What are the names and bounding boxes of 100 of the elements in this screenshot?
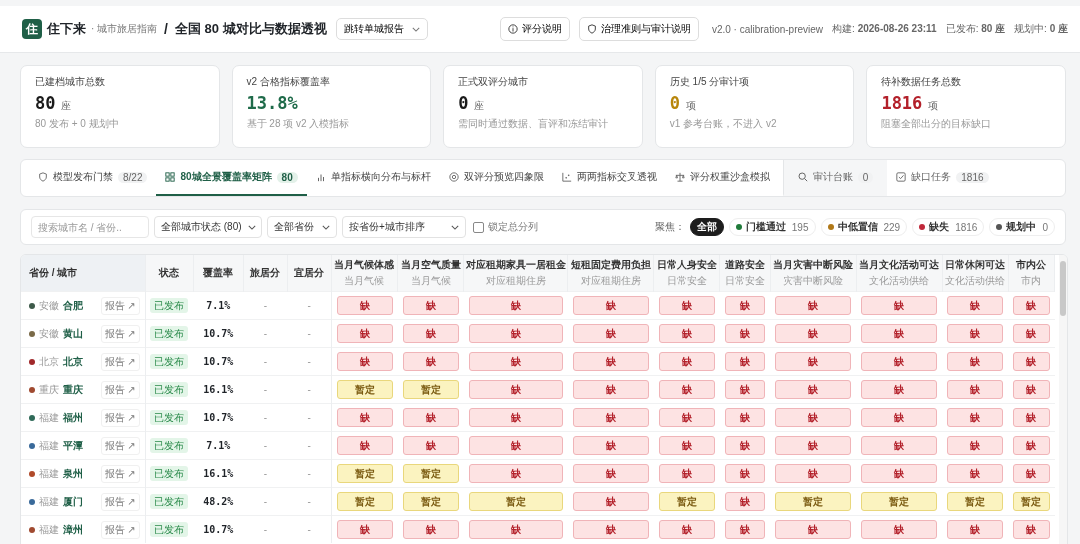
coverage-value: 10.7% <box>203 328 234 339</box>
breadcrumb-separator: / <box>164 21 168 37</box>
filter-select[interactable]: 按省份+城市排序 <box>342 216 466 238</box>
lock-checkbox[interactable]: 锁定总分列 <box>473 220 538 234</box>
coverage-chip: 缺 <box>724 464 766 483</box>
shield-icon <box>38 172 48 182</box>
coverage-value: 7.1% <box>206 300 231 311</box>
coverage-chip: 缺 <box>861 408 938 427</box>
checkbox-icon <box>896 172 907 182</box>
tab[interactable]: 评分权重沙盒模拟 <box>665 160 779 196</box>
report-link[interactable]: 报告 ↗ <box>100 520 140 539</box>
coverage-chip: 缺 <box>861 324 938 343</box>
coverage-value: 10.7% <box>203 524 234 535</box>
filter-select[interactable]: 全部城市状态 (80) <box>154 216 262 238</box>
coverage-chip: 缺 <box>468 408 563 427</box>
coverage-chip: 缺 <box>336 408 393 427</box>
coverage-chip: 缺 <box>402 324 459 343</box>
coverage-chip: 缺 <box>468 380 563 399</box>
stat-value: 13.8% <box>246 93 298 113</box>
caret-icon <box>451 224 459 230</box>
report-link[interactable]: 报告 ↗ <box>100 436 140 455</box>
tab[interactable]: 两两指标交叉透视 <box>552 160 666 196</box>
coverage-chip: 缺 <box>861 520 938 539</box>
score-value: - <box>307 468 311 479</box>
coverage-chip: 缺 <box>947 464 1004 483</box>
coverage-chip: 缺 <box>402 408 459 427</box>
report-link[interactable]: 报告 ↗ <box>100 352 140 371</box>
coverage-chip: 缺 <box>468 464 563 483</box>
city-name: 平潭 <box>63 438 83 453</box>
report-link[interactable]: 报告 ↗ <box>100 408 140 427</box>
coverage-chip: 缺 <box>947 380 1004 399</box>
score-value: - <box>263 384 267 395</box>
coverage-chip: 缺 <box>572 352 649 371</box>
checkbox[interactable] <box>473 221 484 233</box>
header-button[interactable]: 评分说明 <box>499 17 570 41</box>
report-link[interactable]: 报告 ↗ <box>100 492 140 511</box>
coverage-chip: 缺 <box>724 380 766 399</box>
coverage-chip: 缺 <box>775 520 852 539</box>
status-badge: 已发布 <box>150 521 189 537</box>
report-link[interactable]: 报告 ↗ <box>100 296 140 315</box>
coverage-chip: 缺 <box>468 436 563 455</box>
province-name: 安徽 <box>39 298 59 313</box>
column-header: 当月空气质量 <box>399 258 462 272</box>
stat-label: v2 合格指标覆盖率 <box>246 75 331 89</box>
brand-subtitle: · 城市旅居指南 <box>91 22 158 36</box>
coverage-chip: 缺 <box>468 296 563 315</box>
coverage-chip: 缺 <box>947 324 1004 343</box>
tab[interactable]: 双评分预览四象限 <box>439 160 553 196</box>
build-time: 构建: 2026-08-26 23:11 <box>832 22 937 36</box>
coverage-chip: 缺 <box>1013 464 1050 483</box>
focus-chip[interactable]: 中低置信 229 <box>820 218 908 236</box>
tab[interactable]: 80城全景覆盖率矩阵 80 <box>156 160 307 196</box>
caret-icon <box>322 224 330 230</box>
coverage-chip: 暂定 <box>402 464 459 483</box>
info-icon <box>507 24 518 34</box>
report-link[interactable]: 报告 ↗ <box>100 464 140 483</box>
brand-name: 住下来 <box>47 20 86 38</box>
focus-chip[interactable]: 规划中 0 <box>989 218 1055 236</box>
stat-note: 阻塞全部出分的目标缺口 <box>881 117 993 131</box>
jump-select[interactable]: 跳转单城报告 <box>335 18 428 40</box>
coverage-chip: 缺 <box>658 380 715 399</box>
coverage-value: 16.1% <box>203 468 234 479</box>
focus-chip[interactable]: 缺失 1816 <box>912 218 985 236</box>
status-badge: 已发布 <box>150 381 189 397</box>
coverage-chip: 缺 <box>947 408 1004 427</box>
filter-select[interactable]: 全部省份 <box>267 216 337 238</box>
shield-icon <box>586 24 597 34</box>
scrollbar-thumb[interactable] <box>1060 261 1066 316</box>
report-link[interactable]: 报告 ↗ <box>100 380 140 399</box>
stat-label: 正式双评分城市 <box>458 75 530 89</box>
coverage-chip: 缺 <box>468 520 563 539</box>
coverage-chip: 缺 <box>861 380 938 399</box>
report-link[interactable]: 报告 ↗ <box>100 324 140 343</box>
header-button[interactable]: 治理准则与审计说明 <box>578 17 699 41</box>
tab[interactable]: 缺口任务 1816 <box>887 160 998 196</box>
stat-label: 历史 1/5 分审计项 <box>669 75 751 89</box>
column-header: 状态 <box>159 267 180 278</box>
score-value: - <box>263 412 267 423</box>
coverage-chip: 缺 <box>572 436 649 455</box>
city-name: 福州 <box>63 410 83 425</box>
column-header: 日常休闲可达 <box>944 258 1007 272</box>
coverage-chip: 缺 <box>724 352 766 371</box>
tab[interactable]: 审计台账 0 <box>782 160 888 196</box>
focus-chip[interactable]: 全部 <box>689 218 724 236</box>
stat-note: 80 发布 + 0 规划中 <box>35 117 120 131</box>
score-value: - <box>307 384 311 395</box>
coverage-chip: 缺 <box>947 352 1004 371</box>
coverage-chip: 缺 <box>861 296 938 315</box>
coverage-chip: 缺 <box>775 464 852 483</box>
focus-chip[interactable]: 门槛通过 195 <box>728 218 816 236</box>
coverage-chip: 缺 <box>947 520 1004 539</box>
tab[interactable]: 模型发布门禁 8/22 <box>29 160 157 196</box>
search-field[interactable]: 搜索城市名 / 省份.. <box>31 216 149 238</box>
coverage-chip: 暂定 <box>775 492 852 511</box>
coverage-chip: 暂定 <box>336 380 393 399</box>
coverage-chip: 缺 <box>658 352 715 371</box>
tab[interactable]: 单指标横向分布与标杆 <box>306 160 440 196</box>
column-header: 日常人身安全 <box>655 258 718 272</box>
coverage-chip: 缺 <box>724 520 766 539</box>
status-badge: 已发布 <box>150 353 189 369</box>
